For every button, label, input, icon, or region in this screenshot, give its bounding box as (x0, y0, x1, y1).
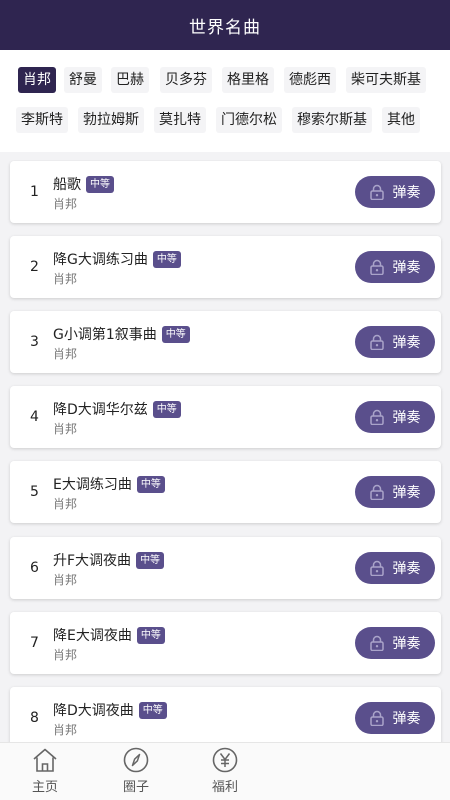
piece-title-row: 升F大调夜曲 中等 (53, 550, 165, 570)
list-item[interactable]: 2 降G大调练习曲 中等 肖邦 弹奏 (10, 236, 441, 298)
difficulty-badge: 中等 (136, 475, 165, 493)
piece-title-row: G小调第1叙事曲 中等 (53, 324, 190, 344)
lock-icon (369, 710, 384, 726)
play-button-label: 弹奏 (392, 636, 421, 652)
composer-chip[interactable]: 莫扎特 (154, 107, 206, 133)
list-item[interactable]: 8 降D大调夜曲 中等 肖邦 弹奏 (10, 687, 441, 742)
app-header: 世界名曲 (0, 0, 450, 50)
composer-chip[interactable]: 肖邦 (18, 67, 56, 93)
lock-icon (369, 409, 384, 425)
composer-chip[interactable]: 门德尔松 (216, 107, 282, 133)
piece-composer: 肖邦 (53, 723, 78, 737)
list-item[interactable]: 4 降D大调华尔兹 中等 肖邦 弹奏 (10, 386, 441, 448)
piece-composer: 肖邦 (53, 422, 78, 436)
composer-chip[interactable]: 李斯特 (16, 107, 68, 133)
compass-icon (122, 747, 150, 773)
piece-index: 4 (30, 409, 39, 425)
play-button[interactable]: 弹奏 (355, 401, 435, 433)
composer-chip[interactable]: 穆索尔斯基 (292, 107, 372, 133)
list-item[interactable]: 3 G小调第1叙事曲 中等 肖邦 弹奏 (10, 311, 441, 373)
difficulty-badge: 中等 (161, 325, 190, 343)
difficulty-badge: 中等 (136, 626, 165, 644)
composer-filter: 肖邦 舒曼 巴赫 贝多芬 格里格 德彪西 柴可夫斯基 李斯特 勃拉姆斯 莫扎特 … (0, 50, 450, 152)
play-button[interactable]: 弹奏 (355, 627, 435, 659)
play-button[interactable]: 弹奏 (355, 251, 435, 283)
difficulty-badge: 中等 (136, 551, 165, 569)
piece-composer: 肖邦 (53, 497, 78, 511)
composer-chip[interactable]: 勃拉姆斯 (78, 107, 144, 133)
composer-chip[interactable]: 德彪西 (284, 67, 336, 93)
difficulty-badge: 中等 (138, 701, 167, 719)
lock-icon (369, 635, 384, 651)
list-item[interactable]: 6 升F大调夜曲 中等 肖邦 弹奏 (10, 537, 441, 599)
piece-title: 降D大调夜曲 (53, 703, 134, 719)
piece-title: 降G大调练习曲 (53, 252, 148, 268)
piece-title: 升F大调夜曲 (53, 553, 132, 569)
composer-chip[interactable]: 舒曼 (64, 67, 102, 93)
play-button-label: 弹奏 (392, 561, 421, 577)
play-button-label: 弹奏 (392, 260, 421, 276)
lock-icon (369, 334, 384, 350)
play-button-label: 弹奏 (392, 410, 421, 426)
piece-index: 8 (30, 710, 39, 726)
list-item[interactable]: 5 E大调练习曲 中等 肖邦 弹奏 (10, 461, 441, 523)
piece-composer: 肖邦 (53, 648, 78, 662)
tab-home[interactable]: 主页 (20, 747, 70, 797)
piece-title-row: 降D大调华尔兹 中等 (53, 399, 181, 419)
home-icon (31, 747, 59, 773)
list-item[interactable]: 1 船歌 中等 肖邦 弹奏 (10, 161, 441, 223)
piece-composer: 肖邦 (53, 272, 78, 286)
piece-index: 5 (30, 484, 39, 500)
piece-title: 船歌 (53, 177, 81, 193)
play-button-label: 弹奏 (392, 711, 421, 727)
play-button[interactable]: 弹奏 (355, 702, 435, 734)
piece-title-row: 船歌 中等 (53, 174, 114, 194)
piece-title-row: 降D大调夜曲 中等 (53, 700, 167, 720)
play-button-label: 弹奏 (392, 185, 421, 201)
tab-circle[interactable]: 圈子 (111, 747, 161, 797)
lock-icon (369, 184, 384, 200)
piece-composer: 肖邦 (53, 573, 78, 587)
difficulty-badge: 中等 (86, 175, 114, 193)
bottom-tab-bar: 主页 圈子 福利 (0, 742, 450, 800)
page-title: 世界名曲 (189, 17, 261, 38)
piece-title-row: 降G大调练习曲 中等 (53, 249, 181, 269)
composer-chip[interactable]: 巴赫 (111, 67, 149, 93)
composer-chip[interactable]: 柴可夫斯基 (346, 67, 426, 93)
piece-title-row: 降E大调夜曲 中等 (53, 625, 165, 645)
piece-title: G小调第1叙事曲 (53, 327, 157, 343)
difficulty-badge: 中等 (152, 400, 181, 418)
piece-index: 1 (30, 184, 39, 200)
piece-composer: 肖邦 (53, 197, 78, 211)
play-button[interactable]: 弹奏 (355, 552, 435, 584)
piece-index: 7 (30, 635, 39, 651)
piece-title: 降D大调华尔兹 (53, 402, 148, 418)
composer-chip[interactable]: 其他 (382, 107, 420, 133)
tab-label: 福利 (211, 780, 238, 795)
tab-label: 主页 (31, 780, 58, 795)
yen-icon (211, 747, 239, 773)
play-button[interactable]: 弹奏 (355, 476, 435, 508)
play-button[interactable]: 弹奏 (355, 326, 435, 358)
piece-title: 降E大调夜曲 (53, 628, 132, 644)
tab-benefits[interactable]: 福利 (200, 747, 250, 797)
piece-title-row: E大调练习曲 中等 (53, 474, 165, 494)
tab-label: 圈子 (122, 780, 149, 795)
piece-index: 2 (30, 259, 39, 275)
list-item[interactable]: 7 降E大调夜曲 中等 肖邦 弹奏 (10, 612, 441, 674)
piece-index: 6 (30, 560, 39, 576)
piece-title: E大调练习曲 (53, 477, 132, 493)
lock-icon (369, 560, 384, 576)
difficulty-badge: 中等 (152, 250, 181, 268)
play-button-label: 弹奏 (392, 335, 421, 351)
piece-composer: 肖邦 (53, 347, 78, 361)
lock-icon (369, 484, 384, 500)
play-button-label: 弹奏 (392, 485, 421, 501)
piece-index: 3 (30, 334, 39, 350)
piece-list[interactable]: 1 船歌 中等 肖邦 弹奏 2 降G大调练习曲 中等 肖邦 弹奏 3 G小调第1… (0, 160, 450, 742)
play-button[interactable]: 弹奏 (355, 176, 435, 208)
composer-chip[interactable]: 贝多芬 (160, 67, 212, 93)
composer-chip[interactable]: 格里格 (222, 67, 274, 93)
lock-icon (369, 259, 384, 275)
